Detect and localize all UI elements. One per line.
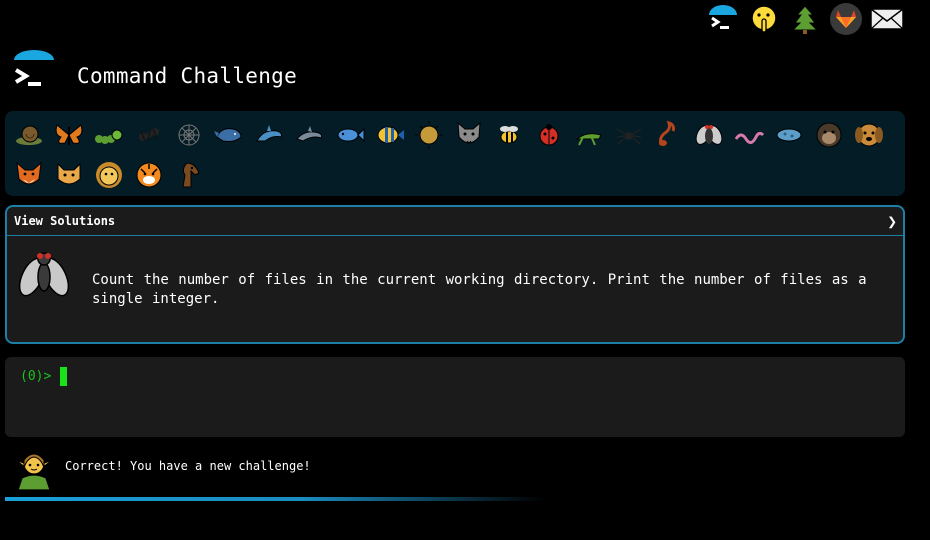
gallery-item-microbe[interactable] xyxy=(769,115,809,155)
lion-icon xyxy=(96,162,122,188)
challenge-panel: View Solutions ❯ Count the number of fil… xyxy=(5,205,905,344)
email-button[interactable] xyxy=(870,2,904,36)
terminal-umbrella-icon xyxy=(14,50,54,86)
chevron-right-icon: ❯ xyxy=(887,211,897,231)
status-message: Correct! You have a new challenge! xyxy=(65,459,311,473)
fly-icon xyxy=(18,247,70,307)
gallery-item-bee[interactable] xyxy=(489,115,529,155)
worm-icon xyxy=(734,131,765,144)
gallery-item-caterpillar[interactable] xyxy=(89,115,129,155)
bee-icon xyxy=(500,126,518,144)
terminal-cursor xyxy=(60,367,67,386)
butterfly-icon xyxy=(55,124,83,145)
ladybug-icon xyxy=(539,124,559,146)
ant-icon xyxy=(139,128,159,142)
progress-bar xyxy=(5,497,545,501)
terminal-logo-button[interactable] xyxy=(706,2,740,36)
gallery-item-tropical-fish[interactable] xyxy=(369,115,409,155)
gallery-item-butterfly[interactable] xyxy=(49,115,89,155)
envelope-icon xyxy=(870,8,904,30)
gitlab-button[interactable] xyxy=(829,2,863,36)
gallery-item-fish[interactable] xyxy=(329,115,369,155)
tropical-fish-icon xyxy=(377,126,404,144)
gallery-item-spider-web[interactable] xyxy=(169,115,209,155)
dog-icon xyxy=(855,123,883,147)
view-solutions-label: View Solutions xyxy=(14,214,116,228)
dolphin-icon xyxy=(296,126,323,142)
gallery-item-dolphin[interactable] xyxy=(249,115,289,155)
gallery-item-cat[interactable] xyxy=(49,155,89,195)
fish-icon xyxy=(337,127,365,143)
gallery-item-whale[interactable] xyxy=(209,115,249,155)
caterpillar-icon xyxy=(95,129,123,144)
spider-web-icon xyxy=(178,124,200,146)
fly-icon xyxy=(695,125,723,145)
top-toolbar xyxy=(706,2,904,36)
gallery-item-scorpion[interactable] xyxy=(649,115,689,155)
fox-icon xyxy=(16,161,42,185)
gallery-item-fox[interactable] xyxy=(9,155,49,195)
tree-button[interactable] xyxy=(788,2,822,36)
gallery-item-horse[interactable] xyxy=(169,155,209,195)
challenge-gallery xyxy=(5,111,905,196)
evergreen-tree-icon xyxy=(791,5,819,34)
terminal-input[interactable]: (0)> xyxy=(5,357,905,437)
shushing-face-icon xyxy=(751,5,777,33)
gallery-item-cricket[interactable] xyxy=(569,115,609,155)
gallery-item-wolf[interactable] xyxy=(449,115,489,155)
gallery-item-dog[interactable] xyxy=(849,115,889,155)
dolphin-icon xyxy=(256,125,282,142)
view-solutions-toggle[interactable]: View Solutions ❯ xyxy=(7,207,903,236)
app-logo[interactable] xyxy=(12,50,56,94)
spider-icon xyxy=(616,128,642,145)
gallery-item-blowfish[interactable] xyxy=(409,115,449,155)
gallery-item-worm[interactable] xyxy=(729,115,769,155)
tiger-icon xyxy=(136,162,162,188)
horse-icon xyxy=(182,162,200,188)
gitlab-icon xyxy=(830,3,862,35)
terminal-umbrella-icon xyxy=(709,5,737,29)
whale-icon xyxy=(214,128,242,142)
blowfish-icon xyxy=(415,121,443,149)
wolf-icon xyxy=(457,121,481,144)
gorilla-icon xyxy=(816,122,842,148)
gallery-item-fly[interactable] xyxy=(689,115,729,155)
gallery-item-tiger[interactable] xyxy=(129,155,169,195)
gallery-item-dolphin-2[interactable] xyxy=(289,115,329,155)
gallery-item-gorilla[interactable] xyxy=(809,115,849,155)
gallery-item-ant[interactable] xyxy=(129,115,169,155)
gallery-item-ladybug[interactable] xyxy=(529,115,569,155)
gallery-item-lion[interactable] xyxy=(89,155,129,195)
elf-icon xyxy=(14,446,54,494)
terminal-prompt: (0)> xyxy=(20,369,52,384)
scorpion-icon xyxy=(659,120,675,146)
snail-icon xyxy=(16,125,42,145)
cricket-icon xyxy=(575,133,602,146)
microbe-icon xyxy=(776,128,802,142)
gallery-item-snail[interactable] xyxy=(9,115,49,155)
page-title: Command Challenge xyxy=(77,64,298,88)
cat-icon xyxy=(57,162,81,185)
challenge-description: Count the number of files in the current… xyxy=(92,272,867,307)
gallery-item-spider[interactable] xyxy=(609,115,649,155)
shushing-face-button[interactable] xyxy=(747,2,781,36)
